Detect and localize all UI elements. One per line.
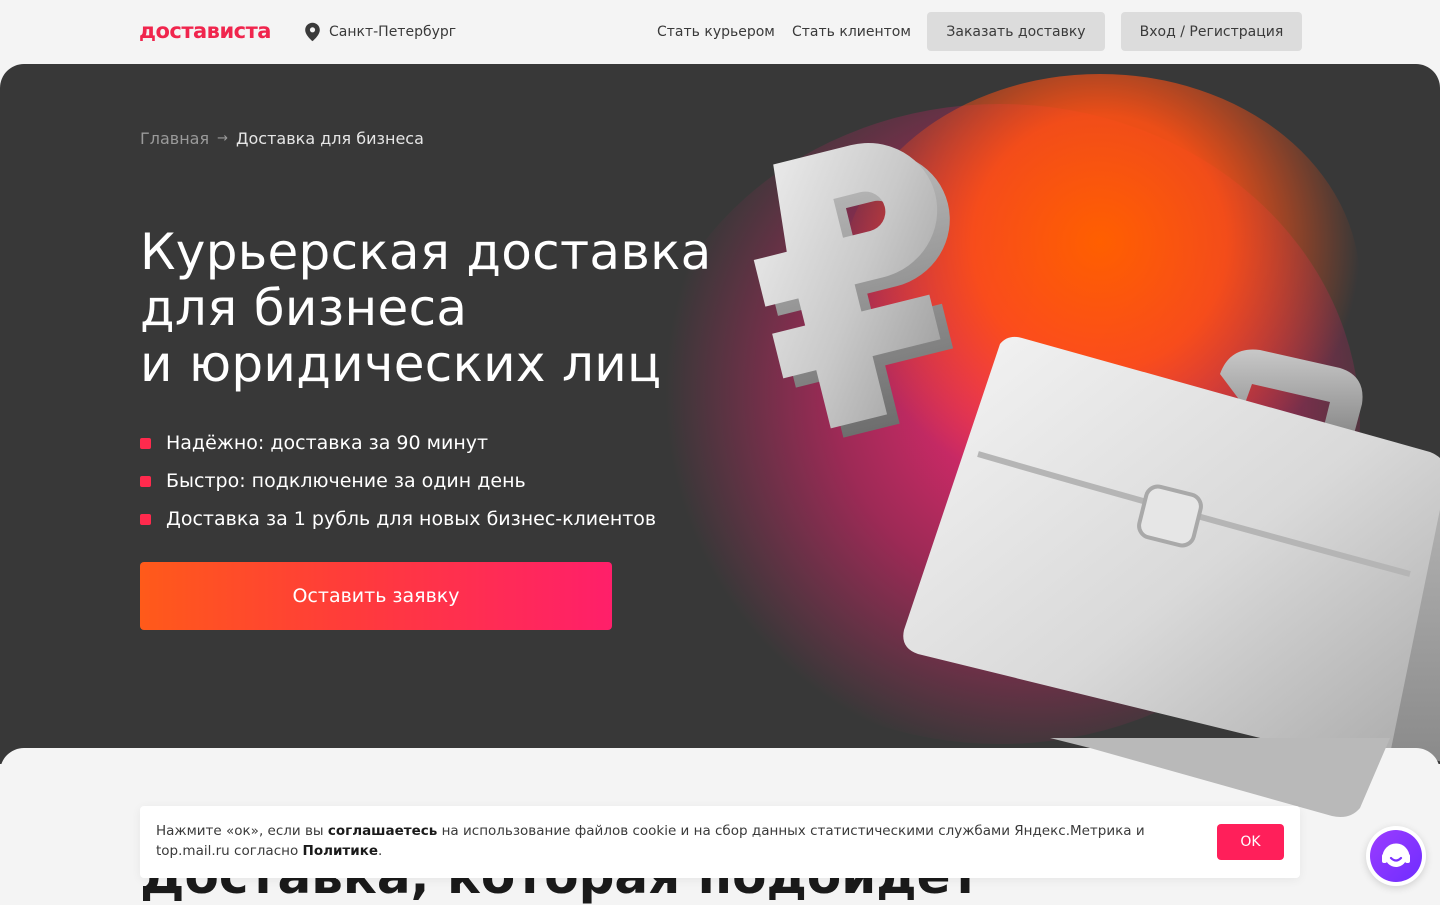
benefit-item: Надёжно: доставка за 90 минут — [140, 424, 656, 462]
page-title-line: для бизнеса — [140, 279, 468, 337]
page-title-line: Курьерская доставка — [140, 223, 712, 281]
page-title: Курьерская доставка для бизнеса и юридич… — [140, 224, 780, 392]
cookie-policy-link[interactable]: Политике — [303, 843, 379, 859]
cookie-text-part: Нажмите «ок», если вы — [156, 823, 328, 839]
cookie-text: Нажмите «ок», если вы соглашаетесь на ис… — [156, 821, 1206, 861]
nav-become-courier[interactable]: Стать курьером — [657, 20, 775, 44]
page-title-line: и юридических лиц — [140, 335, 662, 393]
location-pin-icon — [305, 22, 320, 42]
site-header: достависта Санкт-Петербург Стать курьеро… — [0, 0, 1440, 64]
city-name: Санкт-Петербург — [329, 24, 457, 40]
benefit-text: Доставка за 1 рубль для новых бизнес-кли… — [166, 508, 657, 530]
benefit-text: Быстро: подключение за один день — [166, 470, 526, 492]
breadcrumb-home-link[interactable]: Главная — [140, 129, 209, 148]
benefits-list: Надёжно: доставка за 90 минут Быстро: по… — [140, 424, 656, 538]
cookie-text-part: . — [378, 843, 383, 859]
support-chat-badge — [1370, 830, 1422, 882]
breadcrumb-current: Доставка для бизнеса — [236, 128, 424, 148]
city-selector[interactable]: Санкт-Петербург — [304, 20, 456, 44]
nav-become-client[interactable]: Стать клиентом — [792, 20, 911, 44]
benefit-text: Надёжно: доставка за 90 минут — [166, 432, 489, 454]
briefcase-icon — [903, 336, 1440, 764]
bullet-square-icon — [140, 437, 151, 449]
order-delivery-button[interactable]: Заказать доставку — [927, 12, 1105, 51]
submit-request-button[interactable]: Оставить заявку — [140, 562, 612, 630]
support-chat-button[interactable] — [1366, 826, 1426, 886]
support-headset-icon — [1382, 843, 1410, 867]
benefit-item: Доставка за 1 рубль для новых бизнес-кли… — [140, 500, 656, 538]
bullet-square-icon — [140, 513, 151, 525]
arrow-right-icon: → — [217, 130, 229, 146]
cookie-ok-button[interactable]: OK — [1217, 824, 1284, 860]
login-register-button[interactable]: Вход / Регистрация — [1121, 12, 1302, 51]
breadcrumb: Главная → Доставка для бизнеса — [140, 128, 424, 148]
cookie-text-bold: соглашаетесь — [327, 823, 438, 839]
logo[interactable]: достависта — [139, 17, 271, 45]
benefit-item: Быстро: подключение за один день — [140, 462, 656, 500]
bullet-square-icon — [140, 475, 151, 487]
cookie-banner: Нажмите «ок», если вы соглашаетесь на ис… — [140, 806, 1300, 878]
hero-section: Главная → Доставка для бизнеса Курьерска… — [0, 64, 1440, 764]
